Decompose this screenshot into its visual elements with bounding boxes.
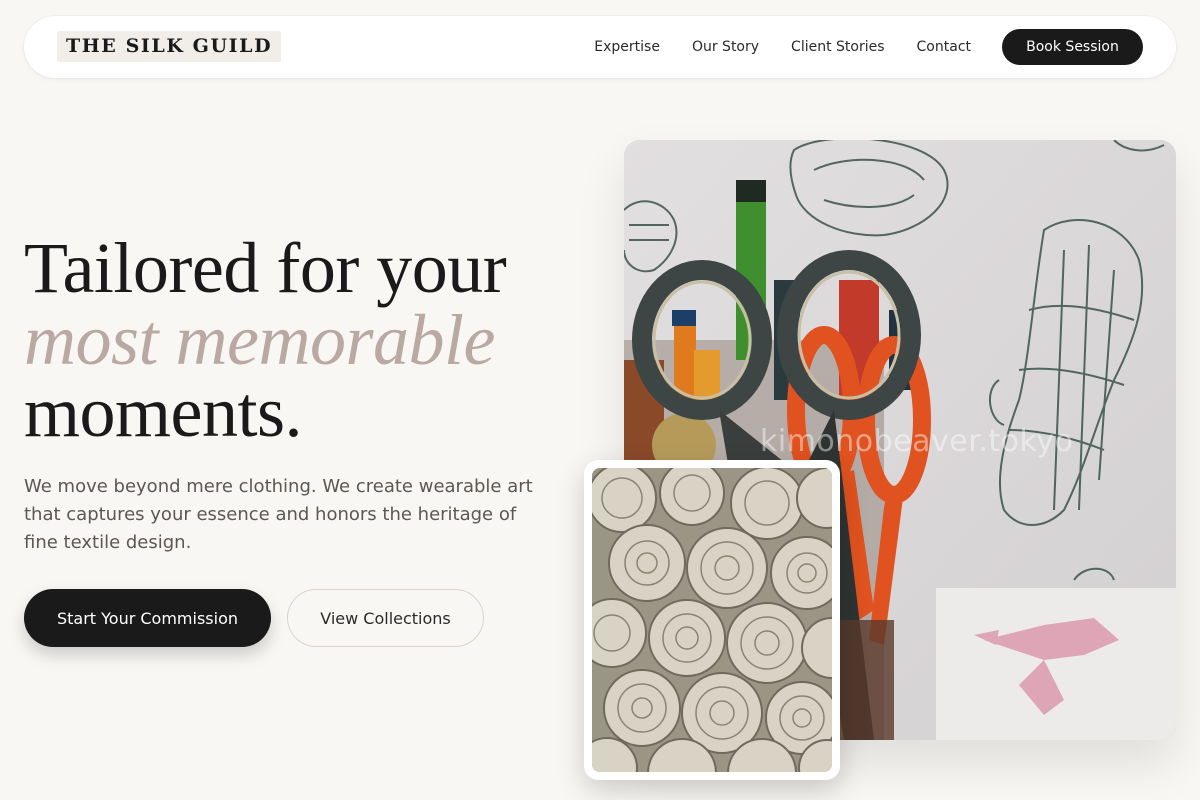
headline-line-1: Tailored for your bbox=[24, 228, 507, 308]
hero-inset-image bbox=[584, 460, 840, 780]
book-session-button[interactable]: Book Session bbox=[1002, 29, 1143, 65]
view-collections-button[interactable]: View Collections bbox=[287, 589, 484, 647]
nav-link-expertise[interactable]: Expertise bbox=[594, 39, 660, 55]
headline-line-3: moments. bbox=[24, 372, 303, 452]
brand-logo[interactable]: THE SILK GUILD bbox=[57, 31, 282, 62]
page: THE SILK GUILD Expertise Our Story Clien… bbox=[0, 0, 1200, 800]
nav-link-contact[interactable]: Contact bbox=[917, 39, 971, 55]
hero-lead-text: We move beyond mere clothing. We create … bbox=[24, 476, 533, 553]
inset-image-frame bbox=[592, 468, 832, 772]
hero-headline: Tailored for your most memorable moments… bbox=[24, 232, 584, 448]
start-commission-button[interactable]: Start Your Commission bbox=[24, 589, 271, 647]
top-navigation: THE SILK GUILD Expertise Our Story Clien… bbox=[24, 16, 1176, 78]
nav-link-client-stories[interactable]: Client Stories bbox=[791, 39, 884, 55]
image-watermark: kimonobeaver.tokyo bbox=[760, 424, 1074, 459]
nav-link-our-story[interactable]: Our Story bbox=[692, 39, 759, 55]
headline-accent: most memorable bbox=[24, 300, 495, 380]
fabric-rolls-photo bbox=[592, 468, 832, 772]
nav-links: Expertise Our Story Client Stories Conta… bbox=[562, 16, 971, 78]
